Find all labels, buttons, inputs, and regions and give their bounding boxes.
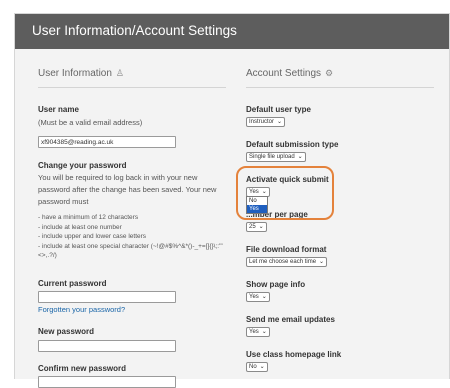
default-user-type-select[interactable]: Instructor ⌄ — [246, 117, 286, 127]
requirement-item: - have a minimum of 12 characters — [38, 214, 139, 221]
account-settings-divider — [246, 87, 434, 88]
user-info-title-text: User Information — [38, 68, 112, 79]
page-header: User Information/Account Settings — [15, 14, 449, 49]
default-submission-type-select[interactable]: Single file upload ⌄ — [246, 152, 306, 162]
chevron-down-icon: ⌄ — [319, 259, 325, 265]
show-page-info-label: Show page info — [246, 280, 306, 289]
user-name-input[interactable] — [38, 136, 176, 148]
chevron-down-icon: ⌄ — [297, 154, 303, 160]
page-title: User Information/Account Settings — [32, 23, 237, 38]
account-settings-section-title: Account Settings ⚙ — [246, 68, 333, 79]
chevron-down-icon: ⌄ — [259, 364, 265, 370]
user-name-label: User name — [38, 105, 79, 114]
file-download-format-value: Let me choose each time — [249, 259, 317, 265]
chevron-down-icon: ⌄ — [261, 329, 267, 335]
user-icon: ♙ — [115, 68, 124, 78]
items-per-page-select[interactable]: 25 ⌄ — [246, 222, 267, 232]
default-submission-type-value: Single file upload — [249, 154, 295, 160]
default-user-type-label: Default user type — [246, 105, 311, 114]
password-requirements: - have a minimum of 12 characters - incl… — [38, 213, 234, 261]
default-user-type-value: Instructor — [249, 119, 275, 125]
requirement-item: - include at least one special character… — [38, 242, 223, 260]
new-password-input[interactable] — [38, 340, 176, 352]
chevron-down-icon: ⌄ — [261, 294, 267, 300]
use-class-homepage-link-select[interactable]: No ⌄ — [246, 362, 268, 372]
items-per-page-value: 25 — [249, 224, 256, 230]
default-submission-type-label: Default submission type — [246, 140, 339, 149]
current-password-label: Current password — [38, 279, 107, 288]
chevron-down-icon: ⌄ — [276, 119, 283, 125]
send-email-updates-label: Send me email updates — [246, 315, 335, 324]
gear-icon: ⚙ — [325, 68, 334, 78]
change-password-title: Change your password — [38, 161, 127, 170]
confirm-password-label: Confirm new password — [38, 364, 127, 373]
use-class-homepage-link-label: Use class homepage link — [246, 350, 342, 359]
change-password-text: You will be required to log back in with… — [38, 173, 217, 206]
chevron-down-icon: ⌄ — [258, 224, 264, 230]
file-download-format-label: File download format — [246, 245, 327, 254]
show-page-info-select[interactable]: Yes ⌄ — [246, 292, 270, 302]
requirement-item: - include at least one number — [38, 223, 122, 231]
show-page-info-value: Yes — [249, 294, 259, 300]
user-info-divider — [38, 87, 226, 88]
use-class-homepage-link-value: No — [249, 364, 257, 370]
send-email-updates-value: Yes — [249, 329, 259, 335]
user-info-section-title: User Information ♙ — [38, 68, 124, 79]
file-download-format-select[interactable]: Let me choose each time ⌄ — [246, 257, 328, 267]
user-name-hint: (Must be a valid email address) — [38, 118, 143, 127]
send-email-updates-select[interactable]: Yes ⌄ — [246, 327, 270, 337]
forgotten-password-link[interactable]: Forgotten your password? — [38, 305, 125, 314]
new-password-label: New password — [38, 327, 95, 336]
requirement-item: - include upper and lower case letters — [38, 233, 147, 240]
account-settings-title-text: Account Settings — [246, 68, 322, 79]
current-password-input[interactable] — [38, 291, 176, 303]
quick-submit-highlight — [236, 166, 334, 220]
